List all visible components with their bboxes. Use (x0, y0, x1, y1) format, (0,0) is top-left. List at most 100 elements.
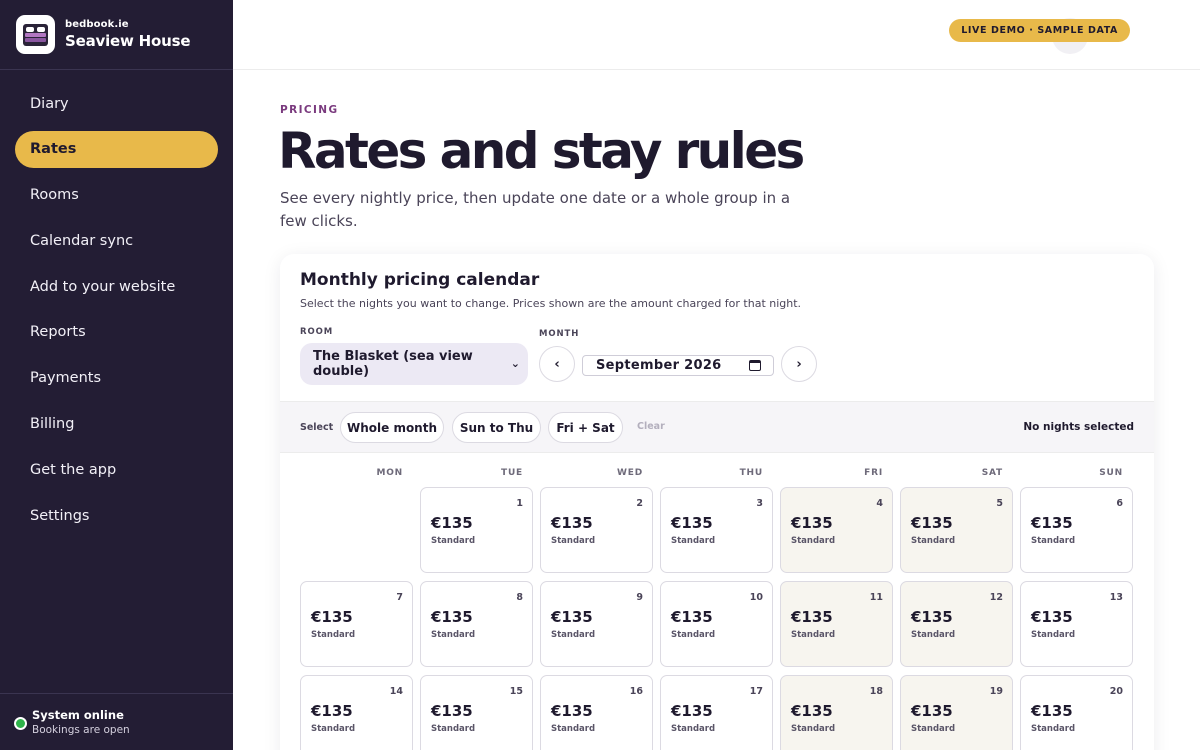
day-cell[interactable]: 14 €135 Standard (300, 675, 413, 750)
day-price: €135 (1031, 608, 1073, 626)
main-content: PRICING Rates and stay rules See every n… (233, 70, 1200, 750)
day-cell[interactable]: 11 €135 Standard (780, 581, 893, 667)
day-number: 17 (749, 686, 763, 697)
day-cell[interactable]: 3 €135 Standard (660, 487, 773, 573)
bed-logo-icon (16, 15, 55, 54)
page-eyebrow: PRICING (280, 104, 339, 116)
day-number: 4 (876, 498, 883, 509)
day-number: 18 (869, 686, 883, 697)
day-price: €135 (791, 514, 833, 532)
month-label: MONTH (539, 329, 580, 339)
day-cell[interactable]: 13 €135 Standard (1020, 581, 1133, 667)
day-cell[interactable]: 17 €135 Standard (660, 675, 773, 750)
sidebar-item-get-the-app[interactable]: Get the app (15, 451, 218, 488)
weekday-fri: FRI (864, 468, 883, 478)
day-cell[interactable]: 10 €135 Standard (660, 581, 773, 667)
sidebar-item-rooms[interactable]: Rooms (15, 177, 218, 214)
select-whole-month-button[interactable]: Whole month (340, 412, 444, 443)
day-cell[interactable]: 1 €135 Standard (420, 487, 533, 573)
day-number: 12 (989, 592, 1003, 603)
day-cell[interactable]: 5 €135 Standard (900, 487, 1013, 573)
day-rate-tier: Standard (791, 536, 836, 546)
day-number: 14 (389, 686, 403, 697)
nights-selected-status: No nights selected (1023, 421, 1134, 433)
page-subtitle: See every nightly price, then update one… (280, 189, 791, 230)
sidebar-item-rates[interactable]: Rates (15, 130, 218, 168)
brand[interactable]: bedbook.ie Seaview House (0, 0, 233, 70)
day-price: €135 (551, 608, 593, 626)
sidebar-item-add-to-website[interactable]: Add to your website (15, 268, 218, 305)
day-price: €135 (791, 702, 833, 720)
next-month-button[interactable]: › (781, 346, 817, 382)
sidebar-item-diary[interactable]: Diary (15, 85, 218, 122)
day-number: 1 (516, 498, 523, 509)
day-price: €135 (671, 608, 713, 626)
day-number: 15 (509, 686, 523, 697)
room-label: ROOM (300, 327, 334, 337)
day-number: 16 (629, 686, 643, 697)
day-number: 9 (636, 592, 643, 603)
clear-selection-button[interactable]: Clear (637, 421, 665, 432)
property-name: Seaview House (65, 32, 191, 50)
weekday-mon: MON (376, 468, 403, 478)
sidebar-item-billing[interactable]: Billing (15, 406, 218, 443)
day-price: €135 (431, 514, 473, 532)
day-cell[interactable]: 9 €135 Standard (540, 581, 653, 667)
day-cell[interactable]: 4 €135 Standard (780, 487, 893, 573)
day-rate-tier: Standard (1031, 536, 1076, 546)
day-cell[interactable]: 6 €135 Standard (1020, 487, 1133, 573)
day-price: €135 (1031, 514, 1073, 532)
day-rate-tier: Standard (791, 630, 836, 640)
day-rate-tier: Standard (791, 724, 836, 734)
day-cell[interactable]: 19 €135 Standard (900, 675, 1013, 750)
chevron-down-icon: ⌄ (510, 357, 520, 370)
day-rate-tier: Standard (551, 536, 596, 546)
selection-toolbar: Select Whole month Sun to Thu Fri + Sat … (280, 401, 1154, 453)
status-subtitle: Bookings are open (32, 724, 130, 736)
day-number: 5 (996, 498, 1003, 509)
weekday-sat: SAT (981, 468, 1003, 478)
day-rate-tier: Standard (431, 630, 476, 640)
pricing-calendar-card: Monthly pricing calendar Select the nigh… (280, 254, 1154, 750)
day-cell[interactable]: 2 €135 Standard (540, 487, 653, 573)
sidebar-item-reports[interactable]: Reports (15, 314, 218, 351)
day-cell[interactable]: 20 €135 Standard (1020, 675, 1133, 750)
calendar-subtitle: Select the nights you want to change. Pr… (300, 297, 802, 310)
room-select-value: The Blasket (sea view double) (313, 349, 473, 379)
day-rate-tier: Standard (911, 536, 956, 546)
brand-domain: bedbook.ie (65, 19, 129, 30)
weekday-thu: THU (739, 468, 763, 478)
day-number: 19 (989, 686, 1003, 697)
calendar-title: Monthly pricing calendar (300, 270, 540, 290)
day-price: €135 (791, 608, 833, 626)
day-number: 3 (756, 498, 763, 509)
day-price: €135 (551, 702, 593, 720)
room-select[interactable]: The Blasket (sea view double) ⌄ (300, 343, 528, 385)
calendar-icon[interactable] (749, 360, 761, 371)
month-input-value: September 2026 (596, 358, 722, 373)
prev-month-button[interactable]: ‹ (539, 346, 575, 382)
day-price: €135 (911, 702, 953, 720)
month-input[interactable]: September 2026 (582, 355, 774, 376)
day-cell[interactable]: 16 €135 Standard (540, 675, 653, 750)
day-rate-tier: Standard (551, 724, 596, 734)
weekday-sun: SUN (1099, 468, 1123, 478)
day-number: 20 (1109, 686, 1123, 697)
day-cell[interactable]: 7 €135 Standard (300, 581, 413, 667)
topbar: LIVE DEMO · SAMPLE DATA (233, 0, 1200, 70)
sidebar-item-settings[interactable]: Settings (15, 497, 218, 534)
day-cell[interactable]: 18 €135 Standard (780, 675, 893, 750)
day-cell[interactable]: 15 €135 Standard (420, 675, 533, 750)
select-sun-to-thu-button[interactable]: Sun to Thu (452, 412, 541, 443)
day-price: €135 (311, 608, 353, 626)
select-fri-sat-button[interactable]: Fri + Sat (548, 412, 623, 443)
day-rate-tier: Standard (311, 630, 356, 640)
day-cell[interactable]: 8 €135 Standard (420, 581, 533, 667)
day-number: 8 (516, 592, 523, 603)
day-cell[interactable]: 12 €135 Standard (900, 581, 1013, 667)
day-price: €135 (1031, 702, 1073, 720)
sidebar-item-calendar-sync[interactable]: Calendar sync (15, 222, 218, 259)
day-rate-tier: Standard (671, 630, 716, 640)
day-rate-tier: Standard (911, 724, 956, 734)
sidebar-item-payments[interactable]: Payments (15, 360, 218, 397)
